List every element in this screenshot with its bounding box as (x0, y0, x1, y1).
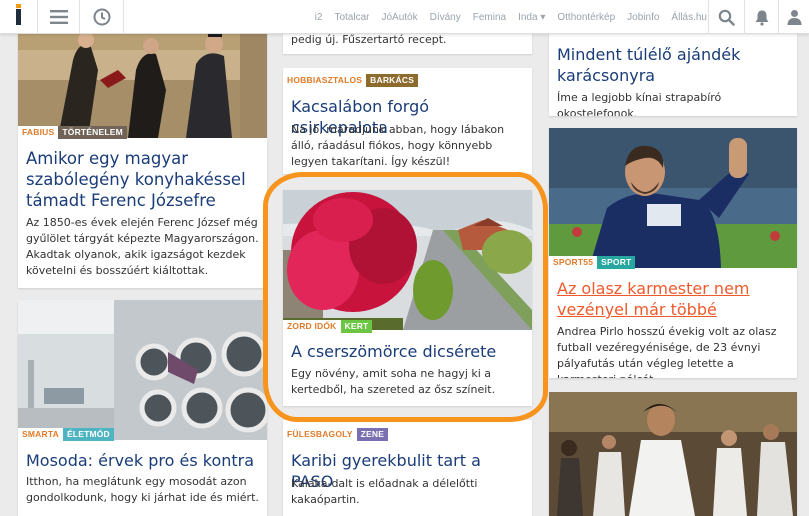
article-tags: FÜLESBAGOLY ZENE (283, 428, 389, 441)
author-tag[interactable]: HOBBIASZTALOS (283, 74, 367, 87)
article-card[interactable]: HOBBIASZTALOS BARKÁCS Kacsalábon forgó c… (283, 68, 532, 174)
partner-link[interactable]: Dívány (430, 12, 461, 23)
article-image[interactable] (549, 392, 797, 516)
author-tag[interactable]: ZORD IDŐK (283, 320, 341, 333)
article-tags: ZORD IDŐK KERT (283, 320, 373, 333)
article-title[interactable]: A cserszömörce dicsérete (291, 341, 526, 362)
author-tag[interactable]: SPORT55 (549, 256, 598, 269)
partner-link[interactable]: Állás.hu (671, 12, 707, 23)
article-card[interactable]: ZORD IDŐK KERT A cserszömörce dicsérete … (283, 190, 532, 406)
author-tag[interactable]: SMARTA (18, 428, 63, 441)
article-image[interactable] (18, 300, 267, 440)
article-lead: Íme a legjobb kínai strapabíró okostelef… (557, 91, 722, 116)
article-card[interactable]: FABIUS TÖRTÉNELEM Amikor egy magyar szab… (18, 20, 267, 288)
article-title[interactable]: Amikor egy magyar szabólegény konyhakéss… (26, 148, 261, 211)
category-tag[interactable]: KERT (340, 320, 373, 333)
partner-link-dropdown[interactable]: Inda ▾ (518, 12, 545, 23)
article-card[interactable]: Mindent túlélő ajándék karácsonyra Íme a… (549, 20, 797, 116)
article-title-link[interactable]: Az olasz karmester nem vezényel már több… (557, 278, 791, 320)
site-logo[interactable] (0, 0, 38, 34)
menu-button[interactable] (38, 0, 80, 34)
pilgrims-image (549, 392, 797, 516)
article-card[interactable] (549, 392, 797, 516)
article-image[interactable] (283, 190, 532, 330)
article-lead: Kaláka-dalt is előadnak a délelőtti kaka… (291, 477, 478, 506)
partner-link[interactable]: Totalcar (334, 12, 369, 23)
smoke-bush-image (283, 190, 532, 330)
article-image[interactable] (549, 128, 797, 268)
article-image[interactable] (18, 20, 267, 138)
top-navigation-bar: i2 Totalcar JóAutók Dívány Femina Inda ▾… (0, 0, 809, 34)
category-tag[interactable]: ÉLETMÓD (62, 428, 114, 441)
laundromat-image (18, 300, 267, 440)
article-lead: Egy növény, amit soha ne hagyj ki a kert… (291, 367, 496, 396)
article-lead: pedig új. Fűszertartó recept. (291, 33, 447, 46)
notifications-button[interactable] (744, 0, 778, 34)
category-tag[interactable]: SPORT (597, 256, 636, 269)
bell-icon (755, 10, 768, 26)
article-title[interactable]: Mindent túlélő ajándék karácsonyra (557, 44, 791, 86)
search-icon (718, 9, 735, 26)
article-lead: Az 1850-es évek elején Ferenc József még… (26, 216, 259, 277)
article-tags: SMARTA ÉLETMÓD (18, 428, 114, 441)
latest-news-button[interactable] (80, 0, 124, 34)
article-card[interactable]: SPORT55 SPORT Az olasz karmester nem vez… (549, 128, 797, 378)
partner-links: i2 Totalcar JóAutók Dívány Femina Inda ▾… (315, 0, 707, 34)
article-lead: Na jó, maradjunk abban, hogy lábakon áll… (291, 123, 505, 168)
category-tag[interactable]: BARKÁCS (366, 74, 419, 87)
article-tags: HOBBIASZTALOS BARKÁCS (283, 74, 419, 87)
clock-icon (93, 8, 110, 26)
author-tag[interactable]: FABIUS (18, 126, 59, 139)
user-icon (787, 10, 801, 25)
article-card[interactable]: FÜLESBAGOLY ZENE Karibi gyerekbulit tart… (283, 420, 532, 516)
partner-link[interactable]: Jobinfo (627, 12, 659, 23)
search-button[interactable] (708, 0, 744, 34)
footballer-image (549, 128, 797, 268)
article-lead: Itthon, ha meglátunk egy mosodát azon go… (26, 475, 259, 504)
painting-image (18, 20, 267, 138)
category-tag[interactable]: ZENE (356, 428, 389, 441)
article-card[interactable]: SMARTA ÉLETMÓD Mosoda: érvek pro és kont… (18, 300, 267, 516)
partner-link[interactable]: Femina (473, 12, 506, 23)
hamburger-menu-icon (49, 10, 68, 24)
article-tags: SPORT55 SPORT (549, 256, 636, 269)
article-lead: Andrea Pirlo hosszú évekig volt az olasz… (557, 325, 777, 378)
user-account-button[interactable] (778, 0, 809, 34)
article-title[interactable]: Mosoda: érvek pro és kontra (26, 450, 261, 471)
category-tag[interactable]: TÖRTÉNELEM (58, 126, 127, 139)
author-tag[interactable]: FÜLESBAGOLY (283, 428, 357, 441)
partner-link[interactable]: JóAutók (381, 12, 417, 23)
partner-link[interactable]: i2 (315, 12, 323, 23)
article-tags: FABIUS TÖRTÉNELEM (18, 126, 127, 139)
partner-link[interactable]: Otthontérkép (557, 12, 615, 23)
article-title-text[interactable]: Az olasz karmester nem vezényel már több… (557, 279, 750, 319)
logo-mark (16, 4, 21, 25)
